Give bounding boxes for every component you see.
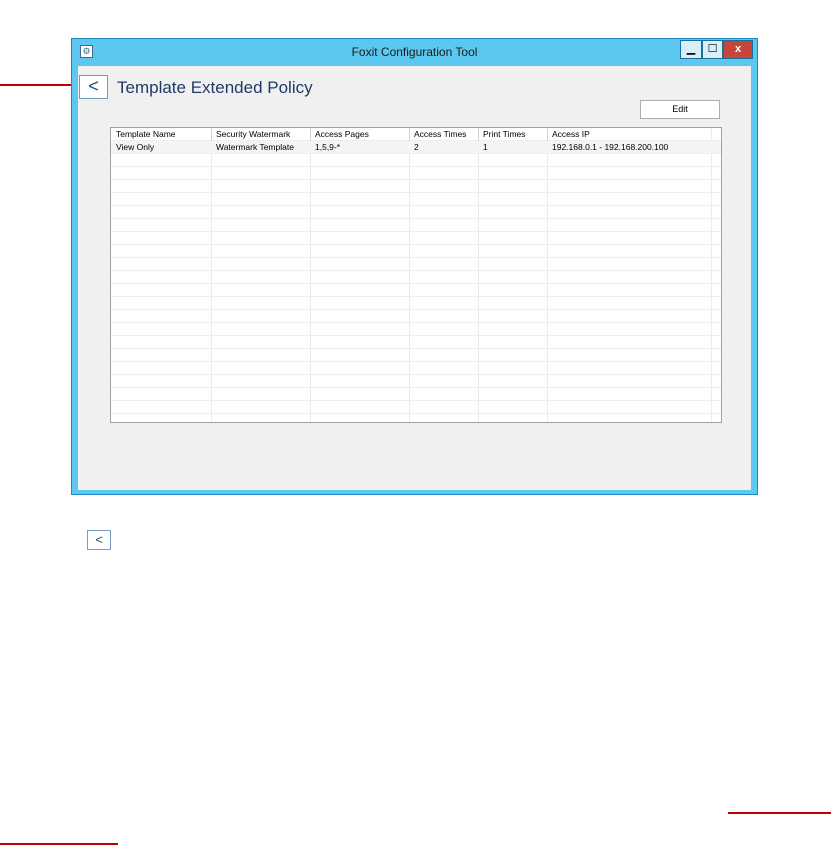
policy-table[interactable]: Template Name Security Watermark Access Pa…	[110, 127, 722, 423]
app-window: ⚙ Foxit Configuration Tool ▁ ☐ x < Templ…	[71, 38, 758, 495]
red-rule-bottom-right	[728, 812, 831, 814]
empty-row[interactable]	[111, 284, 721, 297]
back-button[interactable]: <	[79, 75, 108, 99]
empty-row[interactable]	[111, 388, 721, 401]
table-cell: 1	[483, 142, 488, 152]
empty-row[interactable]	[111, 362, 721, 375]
title-bar[interactable]: ⚙ Foxit Configuration Tool ▁ ☐ x	[72, 39, 757, 65]
empty-row[interactable]	[111, 154, 721, 167]
header-separator	[211, 128, 212, 141]
back-icon-reference: <	[87, 530, 111, 550]
empty-row[interactable]	[111, 193, 721, 206]
empty-row[interactable]	[111, 271, 721, 284]
column-header[interactable]: Access IP	[547, 128, 711, 141]
column-header[interactable]: Security Watermark	[211, 128, 310, 141]
empty-row[interactable]	[111, 297, 721, 310]
empty-row[interactable]	[111, 245, 721, 258]
table-row[interactable]: View Only Watermark Template 1,5,9-* 2 1 192.…	[111, 141, 721, 154]
page-title: Template Extended Policy	[117, 78, 313, 97]
table-cell: 192.168.0.1 - 192.168.200.100	[552, 142, 669, 152]
empty-row[interactable]	[111, 375, 721, 388]
table-cell: 2	[414, 142, 419, 152]
minimize-button[interactable]: ▁	[680, 40, 702, 59]
table-cell: Watermark Template	[216, 142, 294, 152]
red-rule-bottom-left	[0, 843, 118, 845]
empty-row[interactable]	[111, 180, 721, 193]
empty-row[interactable]	[111, 167, 721, 180]
empty-row[interactable]	[111, 323, 721, 336]
column-header[interactable]: Print Times	[478, 128, 547, 141]
empty-row[interactable]	[111, 232, 721, 245]
empty-row[interactable]	[111, 414, 721, 422]
window-title: Foxit Configuration Tool	[351, 45, 478, 59]
maximize-button[interactable]: ☐	[702, 40, 723, 59]
empty-row[interactable]	[111, 310, 721, 323]
empty-row[interactable]	[111, 349, 721, 362]
table-header: Template Name Security Watermark Access Pa…	[111, 128, 721, 141]
empty-row[interactable]	[111, 336, 721, 349]
header-separator	[547, 128, 548, 141]
column-header[interactable]: Access Pages	[310, 128, 409, 141]
edit-button[interactable]: Edit	[640, 100, 720, 119]
header-separator	[310, 128, 311, 141]
header-separator	[409, 128, 410, 141]
table-cell: View Only	[116, 142, 155, 152]
column-header[interactable]: Access Times	[409, 128, 478, 141]
empty-row[interactable]	[111, 219, 721, 232]
empty-row[interactable]	[111, 206, 721, 219]
column-header[interactable]: Template Name	[111, 128, 211, 141]
table-cell: 1,5,9-*	[315, 142, 341, 152]
empty-row[interactable]	[111, 258, 721, 271]
close-button[interactable]: x	[723, 40, 753, 59]
empty-row[interactable]	[111, 401, 721, 414]
client-area: < Template Extended Policy Edit Template…	[78, 66, 751, 490]
header-separator	[478, 128, 479, 141]
